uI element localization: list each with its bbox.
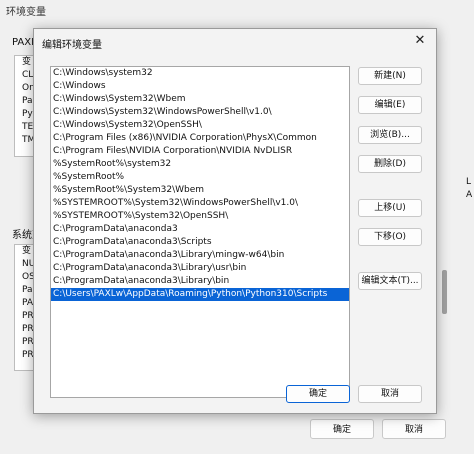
ok-button[interactable]: 确定 [310, 419, 374, 439]
list-item[interactable]: %SYSTEMROOT%\System32\WindowsPowerShell\… [51, 197, 349, 210]
list-item[interactable]: C:\Windows\System32\WindowsPowerShell\v1… [51, 106, 349, 119]
scrollbar-thumb[interactable] [442, 270, 447, 314]
list-item[interactable]: C:\ProgramData\anaconda3\Scripts [51, 236, 349, 249]
edit-text-button[interactable]: 编辑文本(T)... [358, 272, 422, 290]
list-item[interactable]: C:\Program Files\NVIDIA Corporation\NVID… [51, 145, 349, 158]
edit-environment-variable-dialog: 编辑环境变量 ✕ C:\Windows\system32 C:\Windows C:… [33, 28, 437, 414]
list-item[interactable]: C:\ProgramData\anaconda3\Library\usr\bin [51, 262, 349, 275]
truncated-text: L A [466, 177, 473, 200]
move-down-button[interactable]: 下移(O) [358, 228, 422, 246]
list-item[interactable]: %SYSTEMROOT%\System32\OpenSSH\ [51, 210, 349, 223]
window-title: 环境变量 [6, 7, 46, 18]
list-item[interactable]: C:\Users\PAXLw\AppData\Roaming\Python\Py… [51, 288, 349, 301]
list-item[interactable]: C:\Windows\System32\Wbem [51, 93, 349, 106]
move-up-button[interactable]: 上移(U) [358, 199, 422, 217]
path-list[interactable]: C:\Windows\system32 C:\Windows C:\Windows\… [50, 66, 350, 398]
list-item[interactable]: C:\ProgramData\anaconda3 [51, 223, 349, 236]
ok-button[interactable]: 确定 [286, 385, 350, 403]
cancel-button[interactable]: 取消 [382, 419, 446, 439]
new-button[interactable]: 新建(N) [358, 67, 422, 85]
list-item[interactable]: %SystemRoot% [51, 171, 349, 184]
edit-button[interactable]: 编辑(E) [358, 96, 422, 114]
list-item[interactable]: %SystemRoot%\system32 [51, 158, 349, 171]
list-item[interactable]: C:\Program Files (x86)\NVIDIA Corporatio… [51, 132, 349, 145]
cancel-button[interactable]: 取消 [358, 385, 422, 403]
browse-button[interactable]: 浏览(B)... [358, 126, 422, 144]
list-item[interactable]: C:\Windows\system32 [51, 67, 349, 80]
list-item[interactable]: C:\Windows\System32\OpenSSH\ [51, 119, 349, 132]
delete-button[interactable]: 删除(D) [358, 155, 422, 173]
close-icon[interactable]: ✕ [411, 32, 429, 50]
list-item[interactable]: C:\ProgramData\anaconda3\Library\bin [51, 275, 349, 288]
dialog-title: 编辑环境变量 [42, 40, 102, 51]
list-item[interactable]: C:\ProgramData\anaconda3\Library\mingw-w… [51, 249, 349, 262]
list-item[interactable]: %SystemRoot%\System32\Wbem [51, 184, 349, 197]
list-item[interactable]: C:\Windows [51, 80, 349, 93]
